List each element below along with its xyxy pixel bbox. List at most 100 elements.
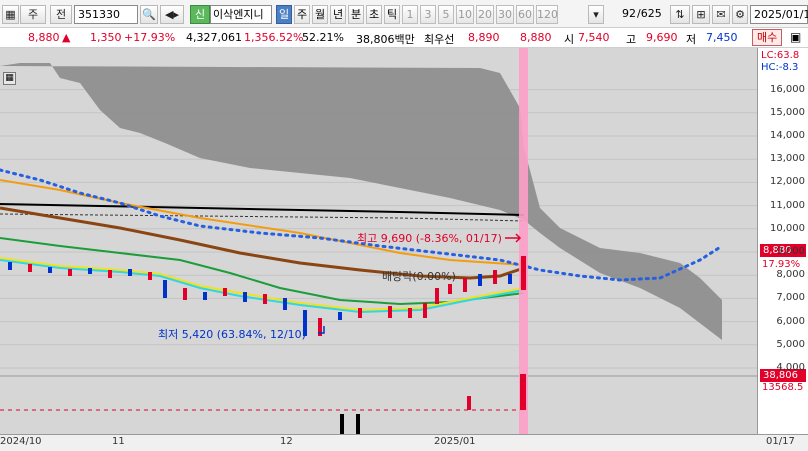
price-tick: 5,000 — [776, 338, 805, 350]
count-input[interactable]: 92 — [618, 5, 636, 24]
price-tick: 6,000 — [776, 315, 805, 327]
best-bid: 8,880 — [520, 31, 552, 44]
candle — [163, 280, 167, 298]
price-chart[interactable]: ▦ 최고 9,690 (-8.36%, 01/17) 최저 5,420 (63.… — [0, 48, 758, 434]
tab-11[interactable]: 10 — [456, 5, 474, 24]
sound-icon[interactable]: ◀▸ — [160, 5, 184, 24]
tab-6[interactable]: 초 — [366, 5, 382, 24]
price-tick: 14,000 — [770, 130, 805, 141]
candle — [223, 288, 227, 296]
stock-code-input[interactable]: 351330 — [74, 5, 138, 24]
date-tick: 11 — [112, 436, 125, 447]
lc-label: LC:63.8 — [761, 50, 800, 61]
candle — [448, 284, 452, 294]
price-tick: 11,000 — [770, 199, 805, 211]
low-label: 저 — [686, 33, 697, 46]
tab-9[interactable]: 3 — [420, 5, 436, 24]
price-tick: 16,000 — [770, 83, 805, 95]
candle — [68, 269, 72, 276]
low-annotation: 최저 5,420 (63.84%, 12/10) — [158, 328, 306, 341]
open-price: 7,540 — [578, 31, 610, 44]
candle — [435, 288, 439, 304]
layout-icon[interactable]: ⊞ — [692, 5, 710, 24]
volume: 4,327,061 — [186, 31, 242, 44]
price-tick: 7,000 — [776, 292, 805, 304]
marker-bar — [356, 414, 360, 434]
tab-3[interactable]: 월 — [312, 5, 328, 24]
volume-tag-sub: 13568.5 — [762, 382, 804, 393]
candle — [423, 303, 427, 318]
priority-label: 최우선 — [424, 33, 455, 46]
candle — [203, 292, 207, 300]
stock-name: 이삭엔지니 — [210, 5, 272, 24]
yellow-ma-line — [0, 257, 525, 312]
candle — [8, 262, 12, 270]
chart-grid-icon[interactable]: ▦ — [3, 72, 16, 85]
grid-icon[interactable]: ▦ — [2, 5, 19, 24]
low-price: 7,450 — [706, 31, 738, 44]
best-ask: 8,890 — [468, 31, 500, 44]
open-label: 시 — [564, 33, 575, 46]
candle — [388, 306, 392, 318]
settings-icon[interactable]: ⚙ — [732, 5, 748, 24]
candle — [338, 312, 342, 320]
market-select[interactable]: 전 — [50, 5, 72, 24]
today-candle — [521, 256, 526, 290]
save-icon[interactable]: ✉ — [712, 5, 730, 24]
more-icon[interactable]: ▣ — [790, 30, 801, 44]
high-price: 9,690 — [646, 31, 678, 44]
tab-10[interactable]: 5 — [438, 5, 454, 24]
candle — [28, 264, 32, 272]
up-arrow-icon: ▲ — [62, 31, 71, 44]
tab-2[interactable]: 주 — [294, 5, 310, 24]
date-tick: 2024/10 — [0, 436, 42, 447]
tab-12[interactable]: 20 — [476, 5, 494, 24]
tab-5[interactable]: 분 — [348, 5, 364, 24]
price-change: 1,350 — [90, 31, 122, 44]
count-dropdown-icon[interactable]: ▾ — [588, 5, 604, 24]
dividend-annotation: 배당락(0.00%) — [382, 270, 456, 283]
tab-14[interactable]: 60 — [516, 5, 534, 24]
price-axis: LC:63.8 HC:-8.3 8,880 17.93% 38,806 1356… — [758, 48, 808, 434]
tab-4[interactable]: 년 — [330, 5, 346, 24]
date-axis: 2024/10 11 12 2025/01 01/17 — [0, 434, 808, 451]
volume-ratio: 1,356.52% — [244, 31, 304, 44]
turnover: 52.21% — [302, 31, 344, 44]
search-icon[interactable]: 🔍 — [140, 5, 158, 24]
candle — [283, 298, 287, 310]
tab-7[interactable]: 틱 — [384, 5, 400, 24]
period-select[interactable]: 주 — [20, 5, 46, 24]
candle — [493, 270, 497, 284]
candle — [508, 274, 512, 284]
price-tick: 4,000 — [776, 362, 805, 373]
period-tabs: 일 주 월 년 분 초 틱 1 3 5 10 20 30 60 120 — [276, 5, 566, 24]
candle — [128, 269, 132, 276]
tab-8[interactable]: 1 — [402, 5, 418, 24]
price-change-pct: +17.93% — [124, 31, 176, 44]
high-arrow — [505, 233, 522, 243]
toolbar: ▦ 주 전 351330 🔍 ◀▸ 신 이삭엔지니 일 주 월 년 분 초 틱 1 3 5 10 20… — [0, 0, 808, 28]
candle — [358, 308, 362, 318]
candle — [408, 308, 412, 318]
candle — [463, 278, 467, 292]
candle — [183, 288, 187, 300]
candle — [478, 274, 482, 286]
price-tick: 9,000 — [776, 246, 805, 257]
compare-icon[interactable]: ⇅ — [670, 5, 690, 24]
tab-1[interactable]: 일 — [276, 5, 292, 24]
candle — [88, 268, 92, 274]
high-annotation: 최고 9,690 (-8.36%, 01/17) — [357, 232, 502, 245]
candle — [243, 292, 247, 302]
date-input[interactable]: 2025/01/1 — [750, 5, 808, 24]
price-tick: 12,000 — [770, 176, 805, 188]
date-tick: 2025/01 — [434, 436, 476, 447]
candle — [108, 270, 112, 278]
volume-bar-today — [520, 374, 526, 410]
price-tick: 8,000 — [776, 269, 805, 281]
tab-13[interactable]: 30 — [496, 5, 514, 24]
hc-label: HC:-8.3 — [761, 62, 799, 73]
buy-button[interactable]: 매수 — [752, 29, 783, 46]
tab-15[interactable]: 120 — [536, 5, 558, 24]
listing-badge: 신 — [190, 5, 210, 24]
candle — [48, 267, 52, 273]
